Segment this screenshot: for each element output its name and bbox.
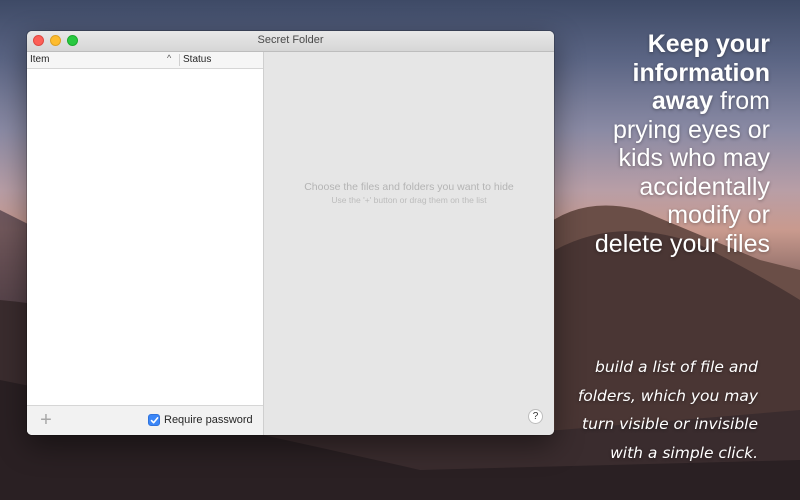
items-footer: + Require password — [27, 405, 263, 435]
promo-tagline: build a list of file and folders, which … — [538, 353, 758, 467]
tagline-line: with a simple click. — [610, 443, 758, 462]
empty-state-hint: Use the '+' button or drag them on the l… — [331, 195, 487, 205]
table-header: Item ^ Status — [27, 52, 263, 69]
chevron-up-icon[interactable]: ^ — [167, 53, 171, 63]
column-header-item[interactable]: Item — [30, 54, 49, 65]
tagline-line: build a list of file and — [595, 358, 758, 376]
promo-headline: Keep your information away from prying e… — [530, 30, 770, 258]
headline-line: information — [632, 58, 771, 87]
headline-line: modify or — [667, 201, 770, 229]
headline-line: Keep your — [647, 30, 770, 58]
window-title: Secret Folder — [257, 34, 324, 46]
tagline-line: turn visible or invisible — [582, 415, 758, 433]
require-password-checkbox[interactable] — [148, 414, 160, 426]
checkmark-icon — [150, 417, 159, 424]
plus-icon: + — [40, 409, 52, 431]
headline-line: accidentally — [639, 172, 770, 201]
app-window: Secret Folder Item ^ Status + Require pa… — [27, 31, 554, 435]
headline-line: delete your files — [594, 229, 770, 258]
drop-zone[interactable]: Choose the files and folders you want to… — [264, 52, 554, 435]
tagline-line: folders, which you may — [577, 386, 758, 405]
window-content: Item ^ Status + Require password Choose … — [27, 52, 554, 435]
items-list[interactable] — [27, 69, 263, 406]
require-password-toggle[interactable]: Require password — [148, 414, 253, 426]
headline-line: prying eyes or — [612, 115, 770, 144]
require-password-label: Require password — [164, 414, 253, 426]
headline-line: away from — [651, 87, 770, 115]
add-item-button[interactable]: + — [37, 409, 55, 431]
items-pane: Item ^ Status + Require password — [27, 52, 264, 435]
empty-state-message: Choose the files and folders you want to… — [304, 181, 514, 193]
headline-line: kids who may — [618, 144, 770, 172]
column-divider[interactable] — [179, 54, 180, 66]
title-bar[interactable]: Secret Folder — [27, 31, 554, 52]
column-header-status[interactable]: Status — [183, 54, 211, 65]
